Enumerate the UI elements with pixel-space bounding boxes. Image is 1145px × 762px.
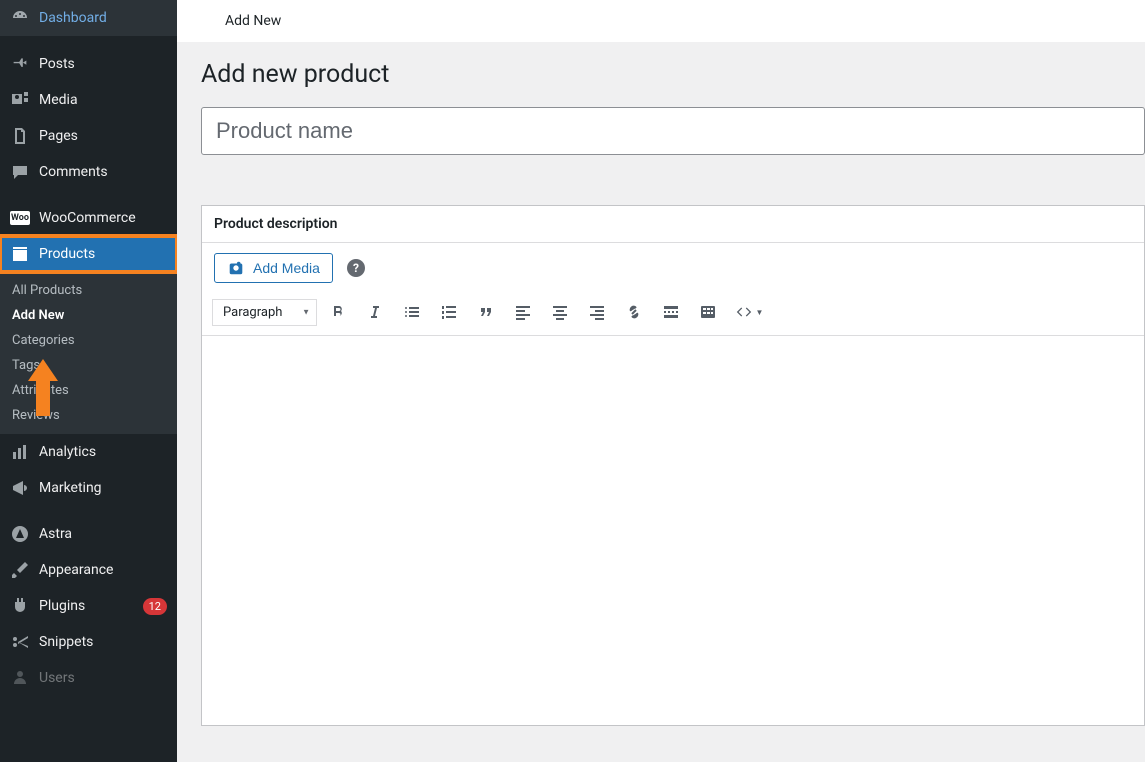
products-submenu: All Products Add New Categories Tags Att… <box>0 272 177 434</box>
italic-button[interactable] <box>359 297 391 327</box>
bulleted-list-button[interactable] <box>396 297 428 327</box>
dashboard-icon <box>10 8 30 28</box>
sidebar-label: Media <box>39 92 167 108</box>
submenu-item-all-products[interactable]: All Products <box>0 278 177 303</box>
sidebar-label: Marketing <box>39 480 167 496</box>
plugin-update-badge: 12 <box>143 598 167 615</box>
scissors-icon <box>10 632 30 652</box>
sidebar-label: Appearance <box>39 562 167 578</box>
sidebar-label: Products <box>39 246 167 262</box>
add-media-label: Add Media <box>253 260 320 276</box>
read-more-button[interactable] <box>655 297 687 327</box>
sidebar-label: Posts <box>39 56 167 72</box>
plugin-icon <box>10 596 30 616</box>
media-add-icon <box>227 259 245 277</box>
submenu-item-reviews[interactable]: Reviews <box>0 403 177 428</box>
products-icon <box>10 244 30 264</box>
sidebar-label: WooCommerce <box>39 210 167 226</box>
users-icon <box>10 668 30 688</box>
sidebar-item-products[interactable]: Products <box>0 236 177 272</box>
media-icon <box>10 90 30 110</box>
sidebar-label: Dashboard <box>39 10 167 26</box>
comments-icon <box>10 162 30 182</box>
brush-icon <box>10 560 30 580</box>
sidebar-label: Comments <box>39 164 167 180</box>
megaphone-icon <box>10 478 30 498</box>
toolbar-toggle-button[interactable] <box>692 297 724 327</box>
pin-icon <box>10 54 30 74</box>
analytics-icon <box>10 442 30 462</box>
add-media-button[interactable]: Add Media <box>214 253 333 283</box>
bold-button[interactable] <box>322 297 354 327</box>
sidebar-item-appearance[interactable]: Appearance <box>0 552 177 588</box>
sidebar-label: Snippets <box>39 634 167 650</box>
align-right-button[interactable] <box>581 297 613 327</box>
sidebar-item-dashboard[interactable]: Dashboard <box>0 0 177 36</box>
product-name-input[interactable] <box>201 107 1145 155</box>
editor-toolbar: Paragraph ▼ <box>202 293 1144 335</box>
sidebar-item-plugins[interactable]: Plugins 12 <box>0 588 177 624</box>
align-left-button[interactable] <box>507 297 539 327</box>
align-center-button[interactable] <box>544 297 576 327</box>
sidebar-item-media[interactable]: Media <box>0 82 177 118</box>
help-icon[interactable]: ? <box>347 259 365 277</box>
sidebar-item-posts[interactable]: Posts <box>0 46 177 82</box>
sidebar-label: Analytics <box>39 444 167 460</box>
main-content: Add New Add new product Product descript… <box>177 0 1145 762</box>
sidebar-item-users[interactable]: Users <box>0 660 177 696</box>
page-title: Add new product <box>201 60 1145 89</box>
numbered-list-button[interactable] <box>433 297 465 327</box>
submenu-item-categories[interactable]: Categories <box>0 328 177 353</box>
blockquote-button[interactable] <box>470 297 502 327</box>
pages-icon <box>10 126 30 146</box>
product-description-panel: Product description Add Media ? Paragrap… <box>201 205 1145 726</box>
sidebar-label: Pages <box>39 128 167 144</box>
link-button[interactable] <box>618 297 650 327</box>
sidebar-item-snippets[interactable]: Snippets <box>0 624 177 660</box>
woocommerce-icon: Woo <box>10 208 30 228</box>
panel-header: Product description <box>202 206 1144 243</box>
sidebar-item-pages[interactable]: Pages <box>0 118 177 154</box>
astra-icon <box>10 524 30 544</box>
editor-body[interactable] <box>202 335 1144 725</box>
sidebar-item-marketing[interactable]: Marketing <box>0 470 177 506</box>
sidebar-label: Plugins <box>39 598 129 614</box>
submenu-item-add-new[interactable]: Add New <box>0 303 177 328</box>
paragraph-select[interactable]: Paragraph <box>212 299 317 326</box>
code-button[interactable]: ▼ <box>729 297 769 327</box>
sidebar-label: Users <box>39 670 167 686</box>
sidebar-item-astra[interactable]: Astra <box>0 516 177 552</box>
chevron-down-icon: ▼ <box>756 308 764 317</box>
sidebar-item-analytics[interactable]: Analytics <box>0 434 177 470</box>
submenu-item-attributes[interactable]: Attributes <box>0 378 177 403</box>
sidebar-label: Astra <box>39 526 167 542</box>
sidebar-item-woocommerce[interactable]: Woo WooCommerce <box>0 200 177 236</box>
submenu-item-tags[interactable]: Tags <box>0 353 177 378</box>
sidebar-item-comments[interactable]: Comments <box>0 154 177 190</box>
admin-sidebar: Dashboard Posts Media Pages Comments Woo… <box>0 0 177 762</box>
breadcrumb: Add New <box>177 0 1145 42</box>
